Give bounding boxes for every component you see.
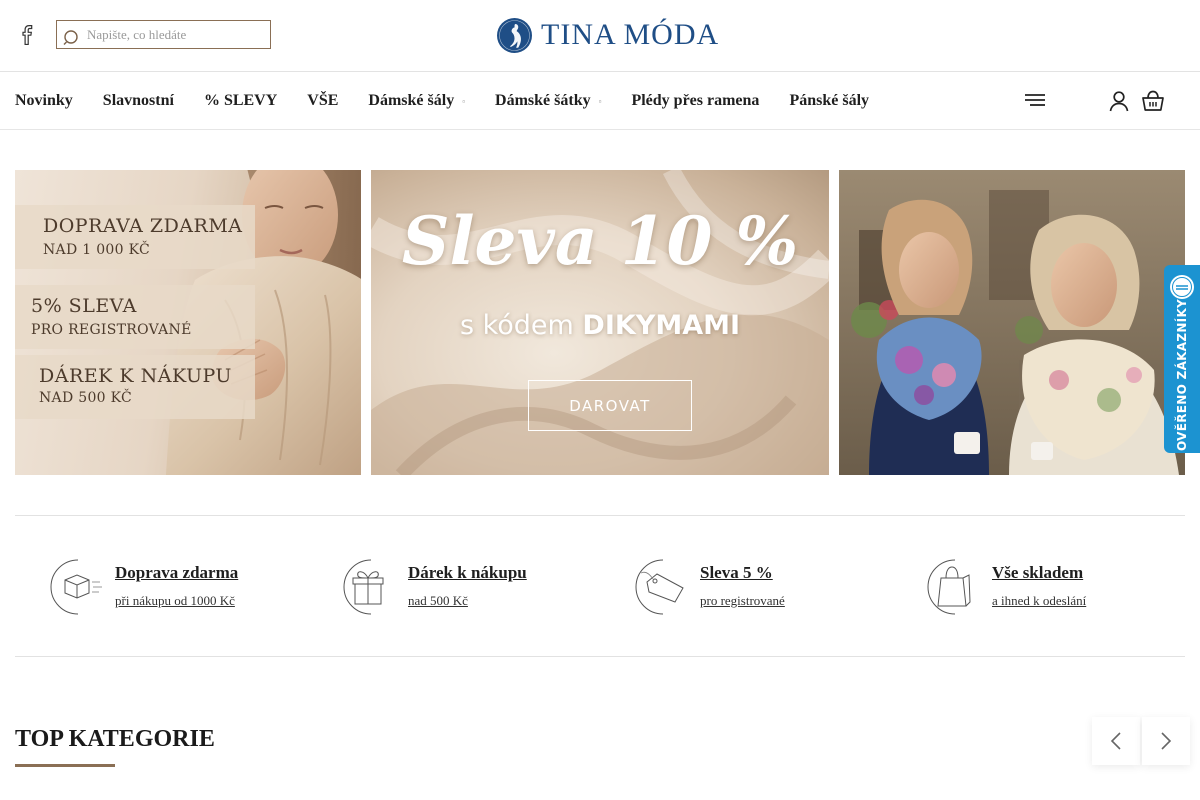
promo-subtitle: NAD 1 000 KČ [43, 242, 150, 258]
verified-by-customers-badge[interactable]: OVĚŘENO ZÁKAZNÍKY [1164, 265, 1200, 453]
promo-banner-benefits[interactable]: DOPRAVA ZDARMA NAD 1 000 KČ 5% SLEVA PRO… [15, 170, 361, 475]
nav-item-label: Novinky [15, 92, 73, 109]
promo-title: DÁREK K NÁKUPU [39, 365, 232, 387]
carousel-prev-button[interactable] [1092, 717, 1140, 765]
site-logo[interactable]: TINA MÓDA [496, 15, 726, 55]
nav-item-slevy[interactable]: % SLEVY [204, 92, 277, 110]
nav-item-slavnostni[interactable]: Slavnostní [103, 92, 174, 110]
user-account-icon[interactable] [1108, 90, 1130, 112]
gift-icon [343, 559, 384, 615]
benefit-subtitle[interactable]: a ihned k odeslání [992, 593, 1086, 609]
benefit-title[interactable]: Sleva 5 % [700, 563, 773, 583]
carousel-next-button[interactable] [1142, 717, 1190, 765]
facebook-icon[interactable] [18, 25, 36, 45]
logo-text: TINA MÓDA [541, 18, 720, 51]
benefit-subtitle[interactable]: nad 500 Kč [408, 593, 468, 609]
dropdown-caret-icon: ▫ [462, 96, 466, 106]
nav-item-label: % SLEVY [203, 92, 278, 109]
dropdown-caret-icon: ▫ [598, 96, 602, 106]
search-icon[interactable] [63, 28, 81, 46]
top-categories-heading: TOP KATEGORIE [15, 726, 215, 752]
nav-item-label: Pánské šály [789, 92, 870, 109]
verified-badge-text: OVĚŘENO ZÁKAZNÍKY [1175, 298, 1189, 452]
nav-item-label: Dámské šátky [495, 92, 591, 109]
search-input[interactable] [87, 21, 267, 48]
shopping-basket-icon[interactable] [1141, 89, 1165, 113]
nav-item-label: Plédy přes ramena [631, 92, 760, 109]
promo-subtitle: PRO REGISTROVANÉ [31, 322, 192, 338]
nav-item-label: Slavnostní [102, 92, 174, 109]
promo-gift: DÁREK K NÁKUPU NAD 500 KČ [15, 355, 255, 419]
nav-item-panske-saly[interactable]: Pánské šály [789, 92, 869, 110]
promo-banner-discount[interactable]: Sleva 10 % s kódem DIKYMAMI DAROVAT [371, 170, 829, 475]
promo-free-shipping: DOPRAVA ZDARMA NAD 1 000 KČ [15, 205, 255, 269]
benefit-subtitle[interactable]: při nákupu od 1000 Kč [115, 593, 235, 609]
nav-item-damske-saly[interactable]: Dámské šály ▫ [368, 92, 465, 110]
nav-item-vse[interactable]: VŠE [307, 92, 338, 110]
chevron-right-icon [1161, 732, 1172, 750]
discount-title: Sleva 10 % [401, 202, 799, 280]
promo-title: DOPRAVA ZDARMA [43, 215, 243, 237]
two-women-cafe-image [839, 170, 1185, 475]
darovat-button[interactable]: DAROVAT [528, 380, 692, 431]
promo-title: 5% SLEVA [31, 295, 137, 317]
nav-list: Novinky Slavnostní % SLEVY VŠE Dámské šá… [15, 73, 899, 129]
heureka-verified-icon [1170, 275, 1194, 299]
benefit-title[interactable]: Doprava zdarma [115, 563, 238, 583]
promo-subtitle: NAD 500 KČ [39, 390, 133, 406]
discount-code: DIKYMAMI [582, 310, 741, 341]
nav-item-pledy[interactable]: Plédy přes ramena [631, 92, 759, 110]
benefit-title[interactable]: Dárek k nákupu [408, 563, 527, 583]
hamburger-menu-icon[interactable] [1024, 91, 1046, 109]
logo-emblem-icon [497, 17, 532, 53]
nav-item-label: Dámské šály [368, 92, 455, 109]
benefit-subtitle[interactable]: pro registrované [700, 593, 785, 609]
nav-item-damske-satky[interactable]: Dámské šátky ▫ [495, 92, 601, 110]
benefit-title[interactable]: Vše skladem [992, 563, 1083, 583]
promo-registered-discount: 5% SLEVA PRO REGISTROVANÉ [15, 285, 255, 349]
main-navigation: Novinky Slavnostní % SLEVY VŠE Dámské šá… [0, 73, 1200, 130]
nav-item-label: VŠE [307, 92, 339, 109]
heading-underline [15, 764, 115, 767]
promo-banner-lifestyle[interactable] [839, 170, 1185, 475]
discount-code-line: s kódem DIKYMAMI [371, 310, 829, 341]
discount-code-prefix: s kódem [459, 310, 583, 341]
nav-item-novinky[interactable]: Novinky [15, 92, 73, 110]
top-bar: TINA MÓDA [0, 0, 1200, 72]
search-box[interactable] [56, 20, 271, 49]
box-icon [50, 559, 102, 615]
tag-icon [635, 559, 684, 615]
chevron-left-icon [1110, 732, 1121, 750]
shopping-bag-icon [927, 559, 971, 615]
benefits-strip: Doprava zdarma při nákupu od 1000 Kč Dár… [15, 515, 1185, 657]
